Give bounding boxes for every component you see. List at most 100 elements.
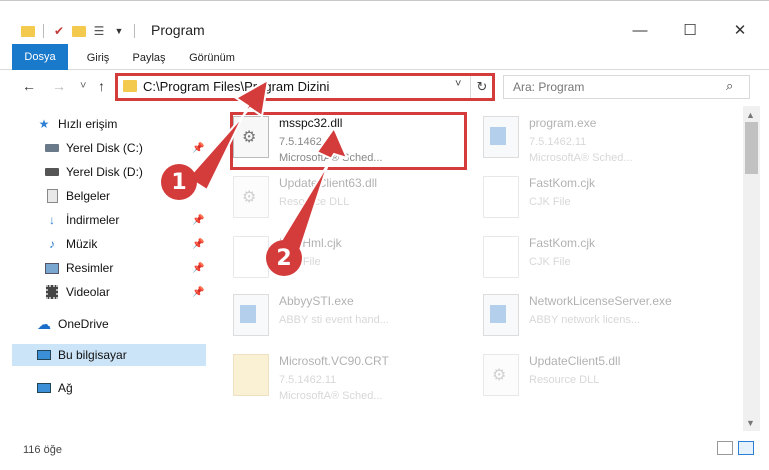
sidebar-item-label: Resimler [66,261,114,275]
close-button[interactable]: ✕ [717,15,763,45]
drive-icon [44,140,60,156]
file-item[interactable]: FastKom.cjk CJK File [483,232,723,288]
status-bar [0,431,769,470]
download-icon: ↓ [49,213,55,227]
pictures-icon [44,260,60,276]
sidebar-item-quick-access[interactable]: ★ Hızlı erişim [36,113,118,135]
file-name: AbbyySTI.exe [279,294,354,308]
window-title: Program [151,22,205,38]
sidebar-item-pictures[interactable]: Resimler [44,257,113,279]
dll-file-icon: ⚙ [483,354,519,396]
sidebar-item-label: Ağ [58,381,73,395]
exe-file-icon [483,116,519,158]
file-item[interactable]: AbbyySTI.exe ABBY sti event hand... [233,290,473,346]
properties-icon[interactable]: ✔ [51,23,67,39]
sidebar-item-disk-d[interactable]: Yerel Disk (D:) [44,161,143,183]
sidebar-item-disk-c[interactable]: Yerel Disk (C:) [44,137,143,159]
file-item[interactable]: FastKom.cjk CJK File [483,172,723,228]
tab-share[interactable]: Paylaş [124,46,174,70]
search-placeholder: Ara: Program [513,80,585,94]
file-description: MicrosoftA® Sched... [529,152,633,164]
sidebar-item-music[interactable]: ♪ Müzik [44,233,97,255]
file-name: FastKom.cjk [529,236,596,250]
sidebar-item-label: Videolar [66,285,110,299]
sidebar-item-videos[interactable]: Videolar [44,281,110,303]
file-item[interactable]: Microsoft.VC90.CRT 7.5.1462.11 Microsoft… [233,350,473,406]
sidebar-item-downloads[interactable]: ↓ İndirmeler [44,209,119,231]
sidebar-item-this-pc[interactable]: Bu bilgisayar [36,344,127,366]
sidebar-item-label: Yerel Disk (D:) [66,165,143,179]
new-folder-icon[interactable] [71,23,87,39]
file-icon [483,236,519,278]
ribbon-tabs: Dosya Giriş Paylaş Görünüm [0,44,769,70]
file-icon [483,176,519,218]
sidebar-item-label: Müzik [66,237,98,251]
sidebar-item-label: OneDrive [58,317,109,331]
videos-icon [44,284,60,300]
toolbar-divider [43,24,44,38]
search-icon[interactable]: ⌕ [726,78,733,94]
file-type: Resource DLL [529,374,600,386]
pin-icon[interactable]: 📌 [192,143,204,154]
file-item[interactable]: ⚙ UpdateClient5.dll Resource DLL [483,350,723,406]
file-type: Resource DLL [279,196,350,208]
exe-file-icon [233,294,269,336]
pin-icon[interactable]: 📌 [192,263,204,274]
file-item[interactable]: NetworkLicenseServer.exe ABBY network li… [483,290,723,346]
folder-icon [20,23,36,39]
file-type: CJK File [529,256,571,268]
details-view-icon[interactable] [717,441,733,455]
tab-home[interactable]: Giriş [78,46,118,70]
file-item[interactable]: program.exe 7.5.1462.11 MicrosoftA® Sche… [483,112,723,168]
sidebar-item-documents[interactable]: Belgeler [44,185,110,207]
pin-icon[interactable]: 📌 [192,287,204,298]
file-description: ABBY sti event hand... [279,314,389,326]
sidebar-item-label: Hızlı erişim [58,117,118,131]
file-version: 7.5.1462.11 [279,374,337,386]
file-type: CJK File [529,196,571,208]
up-button[interactable]: ↑ [98,78,105,94]
pin-icon[interactable]: 📌 [192,215,204,226]
scrollbar-thumb[interactable] [745,122,758,174]
maximize-button[interactable]: ☐ [667,15,713,45]
file-description: ABBY network licens... [529,314,641,326]
file-name: program.exe [529,116,597,130]
address-highlight-box [115,73,495,101]
file-name: FastKom.cjk [529,176,596,190]
music-icon: ♪ [49,237,55,251]
toolbar-divider [134,24,135,38]
back-button[interactable]: ← [22,78,36,94]
file-name: Microsoft.VC90.CRT [279,354,389,368]
exe-file-icon [483,294,519,336]
cloud-icon: ☁ [37,315,51,332]
forward-button[interactable]: → [52,78,66,94]
callout-badge-1: 1 [161,164,197,200]
customize-toolbar-icon[interactable]: ☰ [91,23,107,39]
manifest-file-icon [233,354,269,396]
sidebar-item-network[interactable]: Ağ [36,377,73,399]
sidebar-item-onedrive[interactable]: ☁ OneDrive [36,313,109,335]
file-icon [233,236,269,278]
file-name: NetworkLicenseServer.exe [529,294,672,308]
scroll-down-icon[interactable]: ▼ [746,418,755,428]
pin-icon[interactable]: 📌 [192,239,204,250]
title-bar: ✔ ☰ ▼ Program — ☐ ✕ [0,0,769,44]
scroll-up-icon[interactable]: ▲ [746,110,755,120]
large-icons-view-icon[interactable] [738,441,754,455]
file-description: MicrosoftA® Sched... [279,390,383,402]
sidebar-item-label: Yerel Disk (C:) [66,141,143,155]
chevron-down-icon[interactable]: ▼ [111,23,127,39]
recent-locations-button[interactable]: ˅ [80,80,86,92]
tab-file[interactable]: Dosya [12,44,68,70]
file-name: UpdateClient63.dll [279,176,378,190]
callout-badge-2: 2 [266,240,302,276]
tab-view[interactable]: Görünüm [180,46,244,70]
sidebar-item-label: Belgeler [66,189,111,203]
documents-icon [44,188,60,204]
file-name: UpdateClient5.dll [529,354,621,368]
file-item[interactable]: ⚙ UpdateClient63.dll Resource DLL [233,172,473,228]
computer-icon [36,347,52,363]
minimize-button[interactable]: — [617,15,663,45]
star-icon: ★ [38,117,50,131]
sidebar-item-label: İndirmeler [66,213,120,227]
